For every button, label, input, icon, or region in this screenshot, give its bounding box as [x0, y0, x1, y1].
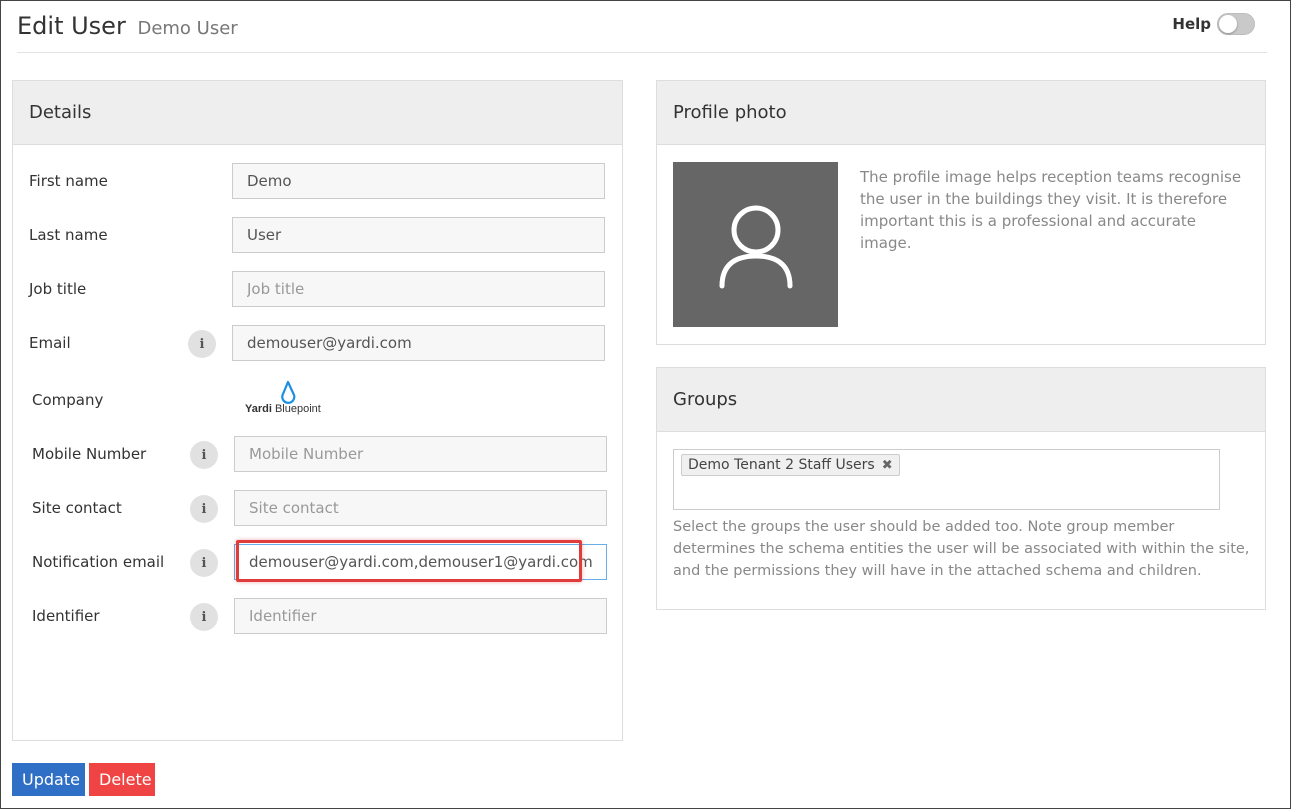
company-logo-text: Yardi Bluepoint — [245, 403, 321, 415]
groups-description: Select the groups the user should be add… — [673, 519, 1250, 579]
last-name-input[interactable] — [232, 217, 605, 253]
first-name-input[interactable] — [232, 163, 605, 199]
site-contact-label: Site contact — [32, 499, 122, 517]
help-label: Help — [1172, 15, 1211, 33]
company-label: Company — [32, 391, 104, 409]
job-title-input[interactable] — [232, 271, 605, 307]
first-name-row: First name — [13, 163, 622, 199]
details-heading: Details — [13, 81, 622, 145]
page-subtitle: Demo User — [137, 18, 238, 39]
help-control: Help — [1172, 13, 1255, 35]
email-label: Email — [29, 334, 71, 352]
groups-select[interactable]: Demo Tenant 2 Staff Users ✖ — [673, 449, 1220, 510]
bluepoint-logo-icon — [281, 380, 296, 404]
profile-photo-description: The profile image helps reception teams … — [860, 168, 1242, 252]
info-icon[interactable]: i — [190, 549, 218, 577]
info-icon[interactable]: i — [190, 495, 218, 523]
identifier-row: Identifier i — [13, 598, 622, 634]
last-name-row: Last name — [13, 217, 622, 253]
help-toggle-knob — [1219, 15, 1237, 33]
notification-email-label: Notification email — [32, 553, 165, 571]
email-input[interactable] — [232, 325, 605, 361]
help-toggle[interactable] — [1217, 13, 1255, 35]
notification-email-row: Notification email i — [13, 540, 622, 582]
delete-button[interactable]: Delete — [89, 763, 155, 796]
site-contact-input[interactable] — [234, 490, 607, 526]
user-avatar-icon — [719, 205, 792, 288]
site-contact-row: Site contact i — [13, 490, 622, 526]
mobile-number-input[interactable] — [234, 436, 607, 472]
update-button[interactable]: Update — [12, 763, 85, 796]
identifier-input[interactable] — [234, 598, 607, 634]
page-title-text: Edit User — [17, 12, 126, 40]
notification-email-input[interactable] — [234, 544, 607, 580]
identifier-label: Identifier — [32, 607, 100, 625]
group-tag-label: Demo Tenant 2 Staff Users — [688, 457, 875, 473]
info-icon[interactable]: i — [190, 441, 218, 469]
page-header: Edit User Demo User Help — [17, 9, 1267, 53]
group-tag: Demo Tenant 2 Staff Users ✖ — [681, 454, 900, 476]
groups-heading: Groups — [657, 368, 1265, 432]
job-title-row: Job title — [13, 271, 622, 307]
mobile-number-row: Mobile Number i — [13, 436, 622, 472]
remove-tag-icon[interactable]: ✖ — [882, 458, 893, 473]
profile-photo[interactable] — [673, 162, 838, 327]
info-icon[interactable]: i — [190, 603, 218, 631]
edit-user-page: Edit User Demo User Help Details First n… — [0, 0, 1291, 809]
first-name-label: First name — [29, 172, 108, 190]
company-logo: Yardi Bluepoint — [245, 378, 335, 422]
info-icon[interactable]: i — [188, 330, 216, 358]
last-name-label: Last name — [29, 226, 108, 244]
job-title-label: Job title — [29, 280, 87, 298]
profile-photo-heading: Profile photo — [657, 81, 1265, 145]
groups-panel: Groups Demo Tenant 2 Staff Users ✖ Selec… — [656, 367, 1266, 610]
company-row: Company Yardi Bluepoint — [13, 380, 622, 418]
logo-brand: Yardi — [245, 403, 272, 415]
profile-photo-panel: Profile photo The profile image helps re… — [656, 80, 1266, 345]
mobile-number-label: Mobile Number — [32, 445, 147, 463]
page-title: Edit User Demo User — [17, 12, 238, 40]
email-row: Email i — [13, 325, 622, 361]
details-panel: Details First name Last name Job title E… — [12, 80, 623, 741]
logo-product: Bluepoint — [274, 403, 321, 415]
